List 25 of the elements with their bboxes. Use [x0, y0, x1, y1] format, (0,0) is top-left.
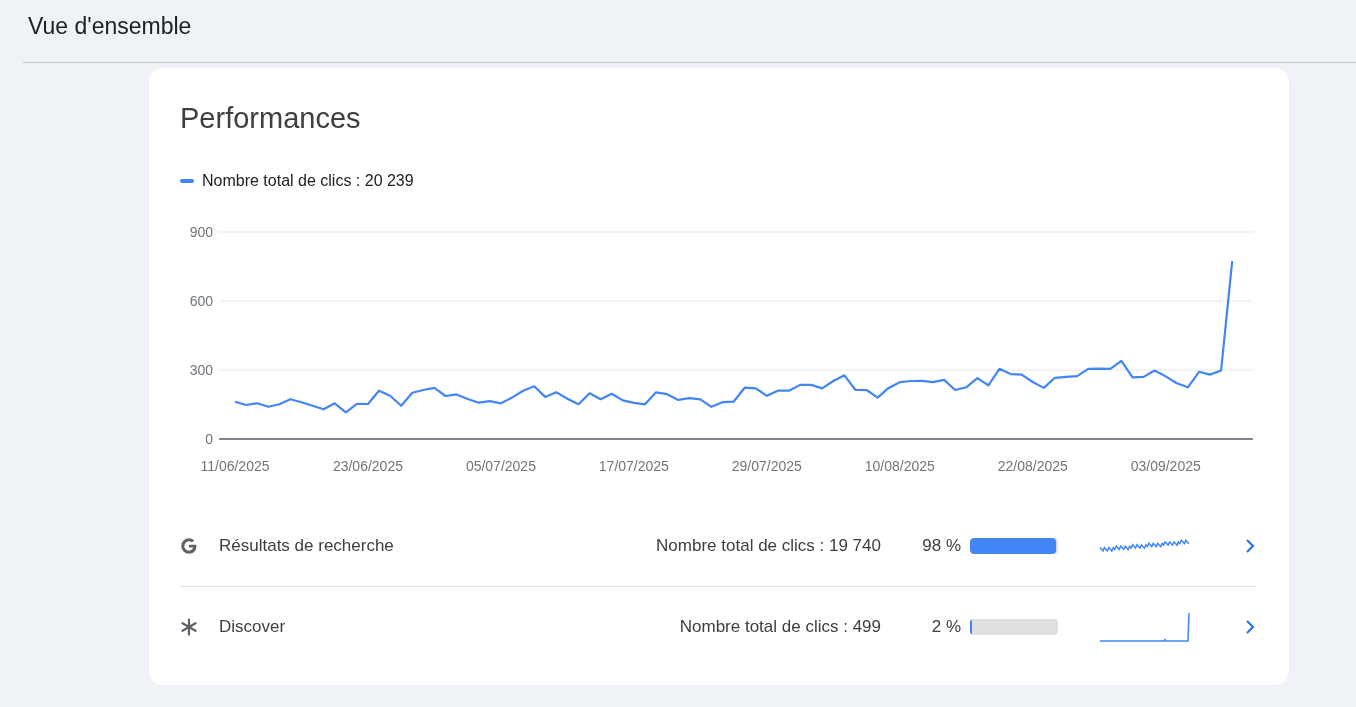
page-title: Vue d'ensemble [28, 12, 193, 40]
x-axis-label: 29/07/2025 [731, 458, 802, 474]
y-axis-label: 300 [189, 362, 213, 378]
clicks-total: Nombre total de clics : 499 [679, 617, 881, 637]
x-axis-label: 10/08/2025 [864, 458, 935, 474]
source-label: Discover [219, 617, 287, 637]
y-axis-label: 900 [189, 224, 213, 240]
asterisk-icon [180, 618, 198, 636]
x-axis-label: 22/08/2025 [997, 458, 1068, 474]
percent-value: 2 % [930, 617, 961, 637]
legend-label: Nombre total de clics : 20 239 [202, 172, 414, 190]
chevron-right-icon[interactable] [1244, 537, 1256, 555]
y-axis-label: 600 [189, 293, 213, 309]
percent-value: 98 % [921, 536, 961, 556]
x-axis-label: 23/06/2025 [332, 458, 403, 474]
y-axis-label: 0 [205, 431, 213, 447]
card-title: Performances [180, 101, 362, 136]
x-axis-label: 05/07/2025 [465, 458, 536, 474]
x-axis-label: 11/06/2025 [200, 458, 270, 474]
x-axis-label: 03/09/2025 [1130, 458, 1201, 474]
source-label: Résultats de recherche [219, 536, 395, 556]
chevron-right-icon[interactable] [1244, 618, 1256, 636]
g-letter-icon [180, 537, 198, 555]
clicks-total: Nombre total de clics : 19 740 [656, 536, 881, 556]
x-axis-label: 17/07/2025 [598, 458, 669, 474]
